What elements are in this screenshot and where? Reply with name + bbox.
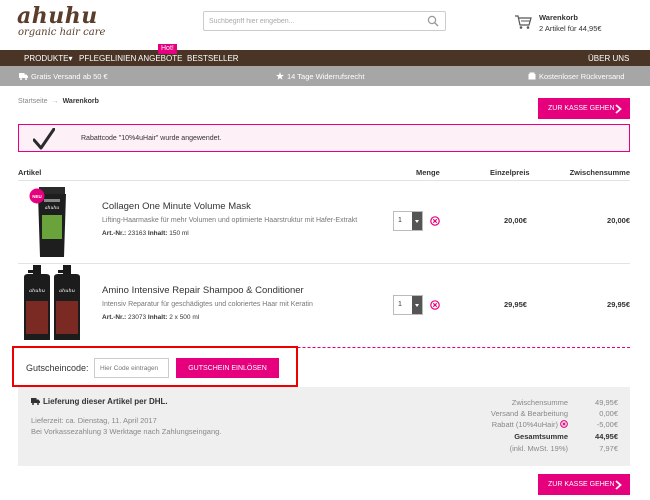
voucher-form: Gutscheincode: GUTSCHEIN EINLÖSEN — [12, 346, 298, 387]
quantity-select[interactable]: 1 — [393, 295, 423, 315]
discount-value: -5,00€ — [596, 420, 618, 429]
subtotal-value: 49,95€ — [595, 398, 618, 407]
header-quantity: Menge — [416, 168, 440, 177]
new-badge: NEU — [32, 194, 42, 199]
info-free-returns: Kostenloser Rückversand — [528, 72, 624, 81]
remove-item-icon[interactable] — [430, 300, 440, 310]
vat-value: 7,97€ — [599, 444, 618, 453]
hot-badge: Hot! — [158, 44, 177, 54]
discount-label: Rabatt (10%4uHair) — [492, 420, 568, 429]
checkout-button-label: ZUR KASSE GEHEN — [548, 105, 615, 112]
main-navigation: PRODUKTE▾ PFLEGELINIEN ANGEBOTE Hot! BES… — [0, 44, 650, 66]
breadcrumb: Startseite → Warenkorb — [18, 98, 99, 105]
info-returns-text: 14 Tage Widerrufsrecht — [287, 72, 365, 81]
pack-brand: ahuhu — [59, 288, 75, 294]
nav-item-pflegelinien[interactable]: PFLEGELINIEN — [79, 54, 136, 63]
search-input[interactable] — [204, 12, 422, 30]
product-image[interactable]: NEU ahuhu — [18, 185, 80, 259]
site-header: ahuhu organic hair care Warenkorb 2 Arti… — [0, 0, 650, 50]
truck-icon — [31, 398, 40, 405]
shipping-title: Lieferung dieser Artikel per DHL. — [31, 397, 168, 406]
prepayment-note: Bei Vorkassezahlung 3 Werktage nach Zahl… — [31, 427, 222, 436]
info-free-shipping: Gratis Versand ab 50 € — [19, 72, 108, 81]
total-label: Gesamtsumme — [514, 432, 568, 441]
logo-tagline: organic hair care — [18, 27, 106, 38]
truck-icon — [19, 73, 28, 80]
delivery-time: Lieferzeit: ca. Dienstag, 11. April 2017 — [31, 416, 157, 425]
redeem-voucher-button[interactable]: GUTSCHEIN EINLÖSEN — [176, 358, 279, 378]
quantity-value: 1 — [398, 301, 402, 308]
nav-item-produkte[interactable]: PRODUKTE▾ — [24, 54, 72, 63]
nav-item-ueber-uns[interactable]: ÜBER UNS — [588, 54, 629, 63]
search-icon[interactable] — [427, 15, 439, 27]
breadcrumb-separator-icon: → — [51, 98, 59, 105]
unit-price: 29,95€ — [504, 300, 527, 309]
product-article-number: Art.-Nr.: 23073 Inhalt: 2 x 500 ml — [102, 314, 200, 321]
product-article-number: Art.-Nr.: 23163 Inhalt: 150 ml — [102, 230, 189, 237]
shopping-cart-icon — [515, 15, 532, 29]
nav-item-bestseller[interactable]: BESTSELLER — [187, 54, 239, 63]
voucher-applied-message: Rabattcode "10%4uHair" wurde angewendet. — [81, 135, 222, 142]
nav-item-angebote[interactable]: ANGEBOTE — [138, 54, 182, 63]
shipping-title-text: Lieferung dieser Artikel per DHL. — [43, 397, 168, 406]
info-returns: 14 Tage Widerrufsrecht — [276, 72, 364, 81]
voucher-label: Gutscheincode: — [26, 363, 89, 373]
product-name[interactable]: Collagen One Minute Volume Mask — [102, 201, 251, 212]
checkout-button-label: ZUR KASSE GEHEN — [548, 481, 615, 488]
search-box — [203, 11, 446, 31]
subtotal-label: Zwischensumme — [511, 398, 568, 407]
logo[interactable]: ahuhu organic hair care — [17, 5, 105, 39]
info-bar: Gratis Versand ab 50 € 14 Tage Widerrufs… — [0, 66, 650, 86]
cart-title: Warenkorb — [539, 13, 578, 22]
header-unit-price: Einzelpreis — [490, 168, 530, 177]
order-summary: Lieferung dieser Artikel per DHL. Liefer… — [18, 387, 630, 466]
checkout-button-bottom[interactable]: ZUR KASSE GEHEN — [538, 474, 630, 495]
product-name[interactable]: Amino Intensive Repair Shampoo & Conditi… — [102, 285, 304, 296]
info-free-returns-text: Kostenloser Rückversand — [539, 72, 625, 81]
cart-table-header: Artikel Menge Einzelpreis Zwischensumme — [18, 168, 630, 180]
star-icon — [276, 72, 284, 80]
pack-brand: ahuhu — [29, 288, 45, 294]
dropdown-arrow-icon — [412, 212, 422, 230]
product-image[interactable]: ahuhu ahuhu — [18, 265, 88, 343]
voucher-applied-notice: Rabattcode "10%4uHair" wurde angewendet. — [18, 124, 630, 152]
checkmark-icon — [33, 128, 55, 150]
chevron-right-icon — [615, 104, 622, 113]
checkout-button-top[interactable]: ZUR KASSE GEHEN — [538, 98, 630, 119]
breadcrumb-home[interactable]: Startseite — [18, 98, 48, 105]
chevron-right-icon — [615, 480, 622, 489]
quantity-select[interactable]: 1 — [393, 211, 423, 231]
header-subtotal: Zwischensumme — [569, 168, 630, 177]
logo-wordmark: ahuhu — [17, 3, 98, 29]
voucher-code-input[interactable] — [94, 358, 169, 378]
row-subtotal: 20,00€ — [607, 216, 630, 225]
product-description: Lifting-Haarmaske für mehr Volumen und o… — [102, 217, 358, 224]
dropdown-arrow-icon — [412, 296, 422, 314]
cart-row: NEU ahuhu Collagen One Minute Volume Mas… — [18, 181, 630, 263]
shipping-cost-value: 0,00€ — [599, 409, 618, 418]
cart-row: ahuhu ahuhu Amino Intensive Repair Shamp… — [18, 264, 630, 346]
product-description: Intensiv Reparatur für geschädigtes und … — [102, 301, 313, 308]
package-icon — [528, 72, 536, 80]
total-value: 44,95€ — [595, 432, 618, 441]
info-free-shipping-text: Gratis Versand ab 50 € — [31, 72, 108, 81]
pack-brand: ahuhu — [45, 205, 59, 211]
vat-label: (inkl. MwSt. 19%) — [509, 444, 568, 453]
shipping-cost-label: Versand & Bearbeitung — [490, 409, 568, 418]
quantity-value: 1 — [398, 217, 402, 224]
remove-item-icon[interactable] — [430, 216, 440, 226]
cart-summary: 2 Artikel für 44,95€ — [539, 24, 602, 33]
remove-discount-icon[interactable] — [560, 420, 568, 428]
unit-price: 20,00€ — [504, 216, 527, 225]
header-article: Artikel — [18, 168, 42, 177]
row-subtotal: 29,95€ — [607, 300, 630, 309]
breadcrumb-current: Warenkorb — [62, 98, 99, 105]
